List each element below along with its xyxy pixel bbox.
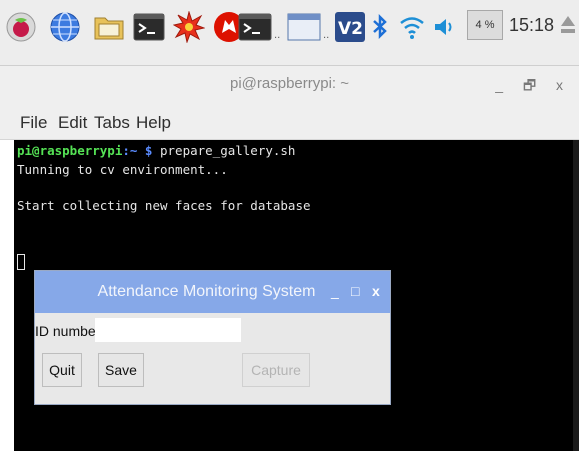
terminal-icon[interactable] [132, 10, 166, 44]
terminal-cursor [17, 254, 25, 270]
eject-icon[interactable] [560, 14, 576, 41]
terminal-line-command: pi@raspberrypi:~ $ prepare_gallery.sh [17, 143, 295, 158]
id-number-label: ID number [35, 323, 101, 339]
burst-icon[interactable] [172, 10, 206, 44]
window-icon[interactable]: .. [287, 10, 331, 44]
web-browser-icon[interactable] [48, 10, 82, 44]
terminal-title: pi@raspberrypi: ~ [229, 75, 350, 92]
dialog-minimize-button[interactable]: _ [331, 283, 339, 299]
svg-text:V2: V2 [338, 19, 363, 39]
prompt-path: :~ $ [122, 143, 153, 158]
dialog-close-button[interactable]: x [372, 283, 380, 299]
terminal-scrollbar[interactable] [573, 140, 579, 451]
command-text: prepare_gallery.sh [152, 143, 296, 158]
attendance-dialog: Attendance Monitoring System _ □ x ID nu… [34, 270, 391, 405]
menu-tabs[interactable]: Tabs [94, 113, 130, 133]
file-manager-icon[interactable] [92, 10, 126, 44]
wifi-icon[interactable] [398, 10, 426, 44]
svg-text:..: .. [323, 30, 329, 41]
dialog-maximize-button[interactable]: □ [351, 283, 359, 299]
bluetooth-icon[interactable] [368, 10, 392, 44]
clock[interactable]: 15:18 [509, 15, 554, 36]
save-button[interactable]: Save [98, 353, 144, 387]
maximize-button[interactable]: 🗗 [523, 77, 544, 93]
terminal-menu-bar: File Edit Tabs Help [0, 102, 579, 140]
terminal-window-controls: _ 🗗 x [495, 75, 571, 99]
prompt-user: pi@raspberrypi [17, 143, 123, 158]
terminal-title-bar[interactable]: pi@raspberrypi: ~ _ 🗗 x [0, 66, 579, 102]
svg-text:..: .. [274, 30, 280, 41]
taskbar: .. .. V2 4 % 15:18 [0, 0, 579, 66]
dialog-title-bar[interactable]: Attendance Monitoring System _ □ x [35, 271, 390, 313]
menu-edit[interactable]: Edit [58, 113, 87, 133]
quit-button[interactable]: Quit [42, 353, 82, 387]
close-button[interactable]: x [556, 77, 571, 93]
capture-button[interactable]: Capture [242, 353, 310, 387]
volume-icon[interactable] [432, 10, 460, 44]
vnc-icon[interactable]: V2 [333, 10, 367, 44]
terminal-window-icon[interactable]: .. [238, 10, 282, 44]
menu-file[interactable]: File [20, 113, 47, 133]
menu-help[interactable]: Help [136, 113, 171, 133]
raspberry-menu-icon[interactable] [4, 10, 38, 44]
cpu-usage-value: 4 % [475, 19, 495, 31]
terminal-line: Start collecting new faces for database [17, 198, 311, 213]
cpu-usage-monitor[interactable]: 4 % [467, 10, 503, 40]
terminal-line: Tunning to cv environment... [17, 162, 228, 177]
minimize-button[interactable]: _ [495, 77, 511, 93]
id-number-input[interactable] [95, 318, 241, 342]
